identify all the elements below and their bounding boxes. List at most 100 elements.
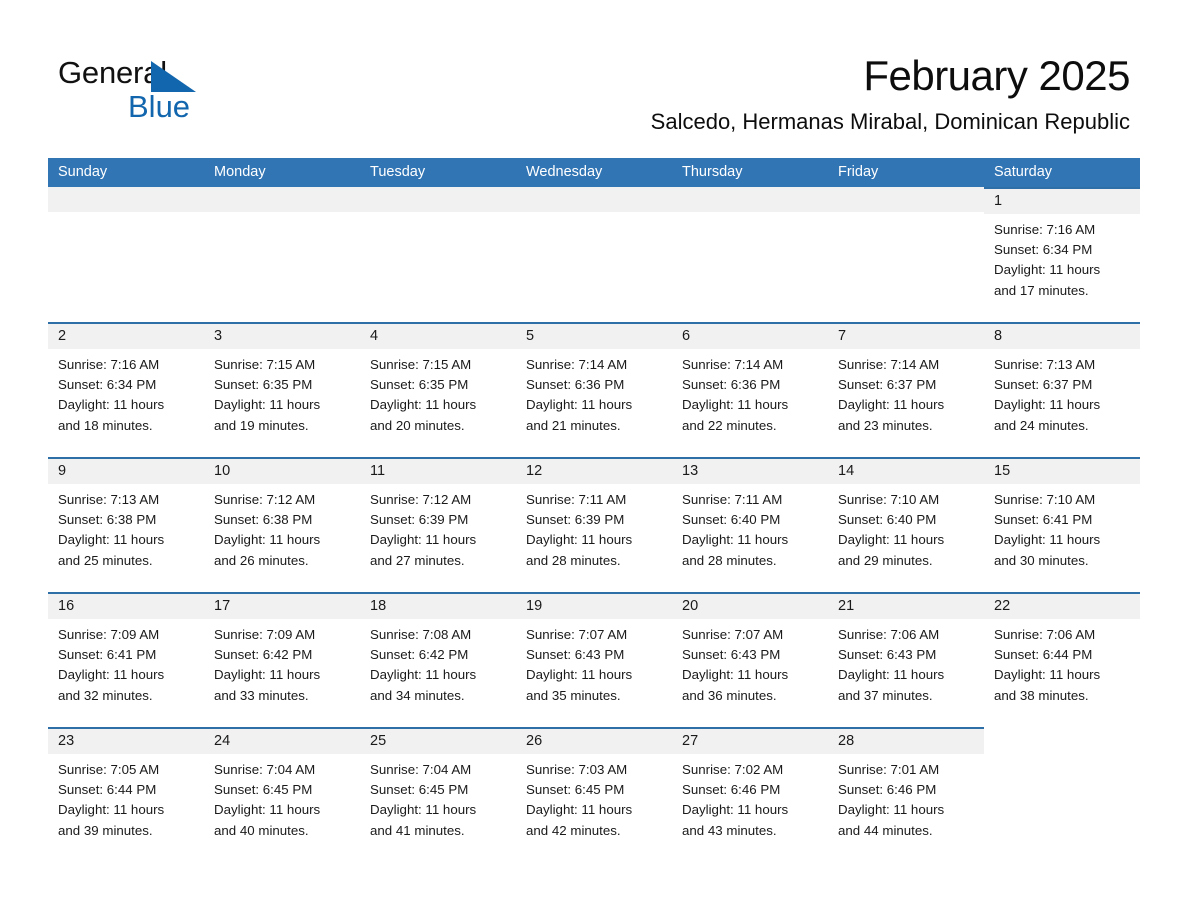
calendar-day-cell[interactable]: 4 Sunrise: 7:15 AM Sunset: 6:35 PM Daylight… [360, 322, 516, 457]
day-info-line: and 37 minutes. [838, 687, 933, 703]
calendar-day-cell[interactable]: 5 Sunrise: 7:14 AM Sunset: 6:36 PM Daylight… [516, 322, 672, 457]
calendar-day-cell[interactable]: 3 Sunrise: 7:15 AM Sunset: 6:35 PM Daylight… [204, 322, 360, 457]
day-number-strip [672, 187, 828, 212]
day-info-line: Daylight: 11 hours [370, 802, 477, 818]
day-sun-info: Sunrise: 7:13 AM Sunset: 6:38 PM Daylight:… [48, 484, 204, 571]
weekday-header-wednesday: Wednesday [526, 164, 603, 180]
day-sun-info: Sunrise: 7:15 AM Sunset: 6:35 PM Daylight:… [204, 349, 360, 436]
day-info-line: and 43 minutes. [682, 822, 777, 838]
day-info-line: Sunset: 6:45 PM [526, 782, 625, 798]
weekday-header-row: Sunday Monday Tuesday Wednesday Thursday Frid… [48, 158, 1140, 187]
day-number-strip [516, 187, 672, 212]
calendar-day-cell[interactable]: 14 Sunrise: 7:10 AM Sunset: 6:40 PM Dayligh… [828, 457, 984, 592]
day-info-line: Sunset: 6:35 PM [370, 377, 469, 393]
day-info-line: and 41 minutes. [370, 822, 465, 838]
day-number-strip: 18 [360, 594, 516, 619]
calendar-day-cell[interactable]: 15 Sunrise: 7:10 AM Sunset: 6:41 PM Dayligh… [984, 457, 1140, 592]
day-sun-info: Sunrise: 7:16 AM Sunset: 6:34 PM Daylight:… [984, 214, 1140, 301]
day-info-line: and 30 minutes. [994, 552, 1089, 568]
day-info-line: Daylight: 11 hours [58, 667, 165, 683]
day-info-line: Daylight: 11 hours [682, 667, 789, 683]
calendar-day-cell-empty [204, 187, 360, 322]
day-info-line: and 19 minutes. [214, 417, 309, 433]
calendar-day-cell[interactable]: 16 Sunrise: 7:09 AM Sunset: 6:41 PM Dayligh… [48, 592, 204, 727]
day-number: 10 [214, 463, 231, 479]
calendar-day-cell[interactable]: 1 Sunrise: 7:16 AM Sunset: 6:34 PM Daylight… [984, 187, 1140, 322]
day-info-line: Daylight: 11 hours [58, 397, 165, 413]
day-info-line: and 17 minutes. [994, 282, 1089, 298]
calendar-day-cell-empty [360, 187, 516, 322]
day-info-line: and 40 minutes. [214, 822, 309, 838]
day-number: 26 [526, 733, 543, 749]
day-info-line: and 36 minutes. [682, 687, 777, 703]
general-blue-logo[interactable]: General Blue [58, 54, 318, 130]
calendar-page: General Blue February 2025 Salcedo, Herm… [0, 0, 1188, 918]
day-number: 9 [58, 463, 67, 479]
day-info-line: Sunrise: 7:13 AM [994, 357, 1096, 372]
day-info-line: Daylight: 11 hours [370, 667, 477, 683]
calendar-day-cell[interactable]: 13 Sunrise: 7:11 AM Sunset: 6:40 PM Dayligh… [672, 457, 828, 592]
calendar-day-cell[interactable]: 8 Sunrise: 7:13 AM Sunset: 6:37 PM Daylight… [984, 322, 1140, 457]
day-number: 1 [994, 193, 1003, 209]
day-info-line: and 23 minutes. [838, 417, 933, 433]
day-info-line: and 27 minutes. [370, 552, 465, 568]
day-sun-info: Sunrise: 7:08 AM Sunset: 6:42 PM Daylight:… [360, 619, 516, 706]
day-info-line: Sunset: 6:37 PM [838, 377, 937, 393]
calendar-day-cell[interactable]: 12 Sunrise: 7:11 AM Sunset: 6:39 PM Dayligh… [516, 457, 672, 592]
calendar-day-cell[interactable]: 9 Sunrise: 7:13 AM Sunset: 6:38 PM Daylight… [48, 457, 204, 592]
day-info-line: and 28 minutes. [526, 552, 621, 568]
calendar-day-cell[interactable]: 11 Sunrise: 7:12 AM Sunset: 6:39 PM Dayligh… [360, 457, 516, 592]
day-info-line: and 35 minutes. [526, 687, 621, 703]
day-info-line: Sunset: 6:34 PM [58, 377, 157, 393]
calendar-day-cell[interactable]: 27 Sunrise: 7:02 AM Sunset: 6:46 PM Dayligh… [672, 727, 828, 862]
day-info-line: Sunrise: 7:14 AM [526, 357, 628, 372]
day-number: 8 [994, 328, 1003, 344]
day-sun-info: Sunrise: 7:14 AM Sunset: 6:36 PM Daylight:… [516, 349, 672, 436]
day-sun-info: Sunrise: 7:15 AM Sunset: 6:35 PM Daylight:… [360, 349, 516, 436]
day-number-strip: 10 [204, 459, 360, 484]
day-info-line: Sunset: 6:35 PM [214, 377, 313, 393]
calendar-day-cell[interactable]: 24 Sunrise: 7:04 AM Sunset: 6:45 PM Dayligh… [204, 727, 360, 862]
day-number-strip [360, 187, 516, 212]
calendar-day-cell[interactable]: 28 Sunrise: 7:01 AM Sunset: 6:46 PM Dayligh… [828, 727, 984, 862]
calendar-day-cell[interactable]: 21 Sunrise: 7:06 AM Sunset: 6:43 PM Dayligh… [828, 592, 984, 727]
day-number: 23 [58, 733, 75, 749]
day-number: 7 [838, 328, 847, 344]
day-info-line: Daylight: 11 hours [682, 802, 789, 818]
day-info-line: Sunrise: 7:06 AM [838, 627, 940, 642]
calendar-day-cell[interactable]: 20 Sunrise: 7:07 AM Sunset: 6:43 PM Dayligh… [672, 592, 828, 727]
day-info-line: Daylight: 11 hours [58, 532, 165, 548]
day-info-line: Sunset: 6:44 PM [994, 647, 1093, 663]
calendar-day-cell[interactable]: 6 Sunrise: 7:14 AM Sunset: 6:36 PM Daylight… [672, 322, 828, 457]
day-number-strip: 21 [828, 594, 984, 619]
calendar-day-cell[interactable]: 7 Sunrise: 7:14 AM Sunset: 6:37 PM Daylight… [828, 322, 984, 457]
day-info-line: Sunrise: 7:14 AM [838, 357, 940, 372]
day-info-line: Sunset: 6:43 PM [838, 647, 937, 663]
day-number-strip [48, 187, 204, 212]
day-number-strip: 11 [360, 459, 516, 484]
weekday-header-tuesday: Tuesday [370, 164, 426, 180]
day-sun-info: Sunrise: 7:12 AM Sunset: 6:39 PM Daylight:… [360, 484, 516, 571]
calendar-day-cell[interactable]: 22 Sunrise: 7:06 AM Sunset: 6:44 PM Dayligh… [984, 592, 1140, 727]
calendar-day-cell[interactable]: 26 Sunrise: 7:03 AM Sunset: 6:45 PM Dayligh… [516, 727, 672, 862]
day-info-line: Daylight: 11 hours [994, 397, 1101, 413]
day-info-line: Sunrise: 7:12 AM [370, 492, 472, 507]
calendar-day-cell[interactable]: 23 Sunrise: 7:05 AM Sunset: 6:44 PM Dayligh… [48, 727, 204, 862]
calendar-day-cell[interactable]: 2 Sunrise: 7:16 AM Sunset: 6:34 PM Daylight… [48, 322, 204, 457]
day-info-line: Sunset: 6:38 PM [214, 512, 313, 528]
day-info-line: Daylight: 11 hours [214, 667, 321, 683]
day-info-line: Sunrise: 7:11 AM [526, 492, 627, 507]
day-info-line: Sunrise: 7:16 AM [994, 222, 1096, 237]
weekday-header-sunday: Sunday [58, 164, 108, 180]
calendar-day-cell[interactable]: 18 Sunrise: 7:08 AM Sunset: 6:42 PM Dayligh… [360, 592, 516, 727]
calendar-day-cell[interactable]: 19 Sunrise: 7:07 AM Sunset: 6:43 PM Dayligh… [516, 592, 672, 727]
day-info-line: Sunrise: 7:06 AM [994, 627, 1096, 642]
day-info-line: and 26 minutes. [214, 552, 309, 568]
calendar-day-cell[interactable]: 25 Sunrise: 7:04 AM Sunset: 6:45 PM Dayligh… [360, 727, 516, 862]
day-number-strip: 22 [984, 594, 1140, 619]
calendar-day-cell[interactable]: 17 Sunrise: 7:09 AM Sunset: 6:42 PM Dayligh… [204, 592, 360, 727]
day-info-line: Sunset: 6:34 PM [994, 242, 1093, 258]
day-info-line: Sunrise: 7:16 AM [58, 357, 160, 372]
day-number: 3 [214, 328, 223, 344]
calendar-day-cell[interactable]: 10 Sunrise: 7:12 AM Sunset: 6:38 PM Dayligh… [204, 457, 360, 592]
